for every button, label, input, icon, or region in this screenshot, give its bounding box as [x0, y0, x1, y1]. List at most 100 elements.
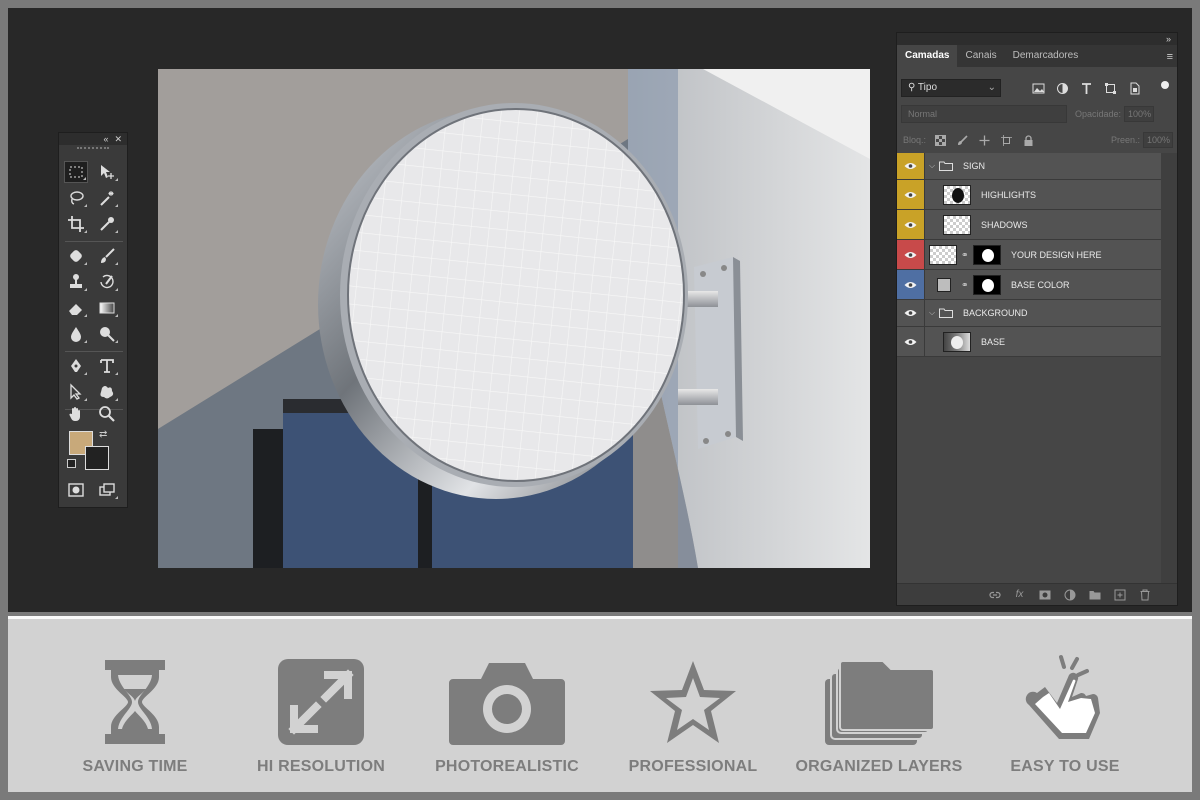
eyedropper-icon [100, 217, 114, 231]
adjustment-layer-icon[interactable] [1063, 588, 1076, 601]
fill-color-thumbnail [937, 278, 951, 292]
visibility-toggle[interactable] [897, 210, 925, 239]
visibility-toggle[interactable] [897, 240, 925, 269]
path-selection-tool[interactable] [64, 381, 88, 403]
feature-saving-time: SAVING TIME [40, 619, 230, 795]
lock-row: Bloq.: Preen.: 100% [897, 127, 1177, 153]
star-icon [650, 661, 736, 743]
magic-wand-icon [100, 191, 114, 206]
chevron-down-icon[interactable]: ⌵ [929, 161, 935, 171]
tab-layers[interactable]: Camadas [897, 45, 958, 67]
layer-name: SHADOWS [981, 219, 1028, 230]
link-icon[interactable]: ⚭ [961, 249, 969, 260]
zoom-tool[interactable] [95, 403, 119, 425]
layer-group-sign[interactable]: ⌵ SIGN [897, 153, 1161, 180]
blend-mode-select[interactable]: Normal [901, 105, 1067, 123]
search-icon: ⚲ [908, 82, 918, 93]
layers-scrollbar[interactable] [1161, 153, 1177, 583]
layer-name: YOUR DESIGN HERE [1011, 249, 1102, 260]
trash-icon[interactable] [1138, 588, 1151, 601]
layer-highlights[interactable]: HIGHLIGHTS [897, 180, 1161, 210]
type-tool[interactable] [95, 355, 119, 377]
brush-tool[interactable] [95, 245, 119, 267]
layer-filter-select[interactable]: ⚲ Tipo ⌄ [901, 79, 1001, 97]
smart-object-filter-icon[interactable] [1127, 81, 1141, 95]
rectangular-marquee-tool[interactable] [64, 161, 88, 183]
fx-icon[interactable]: fx [1013, 588, 1026, 601]
path-select-icon [70, 383, 82, 400]
visibility-toggle[interactable] [897, 153, 925, 179]
feature-organized-layers: ORGANIZED LAYERS [784, 619, 974, 795]
opacity-input[interactable]: 100% [1124, 106, 1155, 122]
pen-tool[interactable] [64, 355, 88, 377]
visibility-toggle[interactable] [897, 180, 925, 209]
move-tool[interactable] [95, 161, 119, 183]
fill-input[interactable]: 100% [1143, 132, 1173, 148]
panel-menu-icon[interactable]: ≡ [1167, 51, 1173, 63]
layer-thumbnail [943, 185, 971, 205]
add-mask-icon[interactable] [1038, 588, 1051, 601]
shape-filter-icon[interactable] [1103, 81, 1117, 95]
swap-colors-icon[interactable]: ⇄ [99, 429, 107, 440]
tab-channels[interactable]: Canais [957, 45, 1004, 67]
link-layers-icon[interactable] [988, 588, 1001, 601]
gradient-tool[interactable] [95, 297, 119, 319]
type-filter-icon[interactable] [1079, 81, 1093, 95]
visibility-toggle[interactable] [897, 327, 925, 356]
layer-group-background[interactable]: ⌵ BACKGROUND [897, 300, 1161, 327]
lock-artboard-icon[interactable] [1000, 134, 1012, 146]
eraser-tool[interactable] [64, 297, 88, 319]
lock-position-icon[interactable] [978, 134, 990, 146]
custom-shape-tool[interactable] [95, 381, 119, 403]
default-colors-icon[interactable] [67, 459, 76, 468]
screen-mode-button[interactable] [95, 479, 119, 501]
eye-icon [904, 281, 917, 288]
panel-collapse-bar[interactable]: » [897, 33, 1177, 45]
layer-base[interactable]: BASE [897, 327, 1161, 357]
adjustment-filter-icon[interactable] [1055, 81, 1069, 95]
layer-shadows[interactable]: SHADOWS [897, 210, 1161, 240]
lasso-tool[interactable] [64, 187, 88, 209]
lock-all-icon[interactable] [1022, 134, 1034, 146]
pixel-filter-icon[interactable] [1031, 81, 1045, 95]
tab-paths[interactable]: Demarcadores [1005, 45, 1087, 67]
feature-label: ORGANIZED LAYERS [795, 758, 963, 775]
clone-stamp-tool[interactable] [64, 271, 88, 293]
magic-wand-tool[interactable] [95, 187, 119, 209]
crop-tool[interactable] [64, 213, 88, 235]
feature-label: PHOTOREALISTIC [435, 758, 579, 775]
layer-mask-thumbnail [973, 245, 1001, 265]
layer-base-color[interactable]: ⚭ BASE COLOR [897, 270, 1161, 300]
new-group-icon[interactable] [1088, 588, 1101, 601]
hand-tool[interactable] [64, 403, 88, 425]
document-canvas[interactable] [158, 69, 870, 568]
type-icon [100, 359, 114, 373]
healing-brush-tool[interactable] [64, 245, 88, 267]
quick-mask-button[interactable] [64, 479, 88, 501]
feature-label: SAVING TIME [82, 758, 188, 775]
lock-transparency-icon[interactable] [934, 134, 946, 146]
close-icon[interactable]: ✕ [114, 134, 122, 145]
filter-toggle[interactable] [1161, 81, 1169, 89]
blur-tool[interactable] [64, 323, 88, 345]
layer-your-design-here[interactable]: ⚭ YOUR DESIGN HERE [897, 240, 1161, 270]
eraser-icon [69, 304, 82, 315]
layer-name: SIGN [963, 161, 986, 171]
chevron-down-icon[interactable]: ⌵ [929, 308, 935, 318]
eyedropper-tool[interactable] [95, 213, 119, 235]
lock-pixels-icon[interactable] [956, 134, 968, 146]
tools-panel-header[interactable]: « ✕ [59, 133, 127, 145]
link-icon[interactable]: ⚭ [961, 279, 969, 290]
background-color-swatch[interactable] [85, 446, 109, 470]
new-layer-icon[interactable] [1113, 588, 1126, 601]
feature-photorealistic: PHOTOREALISTIC [412, 619, 602, 795]
history-brush-tool[interactable] [95, 271, 119, 293]
panel-grip[interactable] [77, 147, 109, 153]
fill-label: Preen.: [1110, 135, 1140, 145]
visibility-toggle[interactable] [897, 270, 925, 299]
collapse-icon[interactable]: « [103, 134, 108, 144]
visibility-toggle[interactable] [897, 300, 925, 326]
dodge-icon [100, 327, 115, 342]
dodge-tool[interactable] [95, 323, 119, 345]
crop-icon [68, 216, 84, 232]
